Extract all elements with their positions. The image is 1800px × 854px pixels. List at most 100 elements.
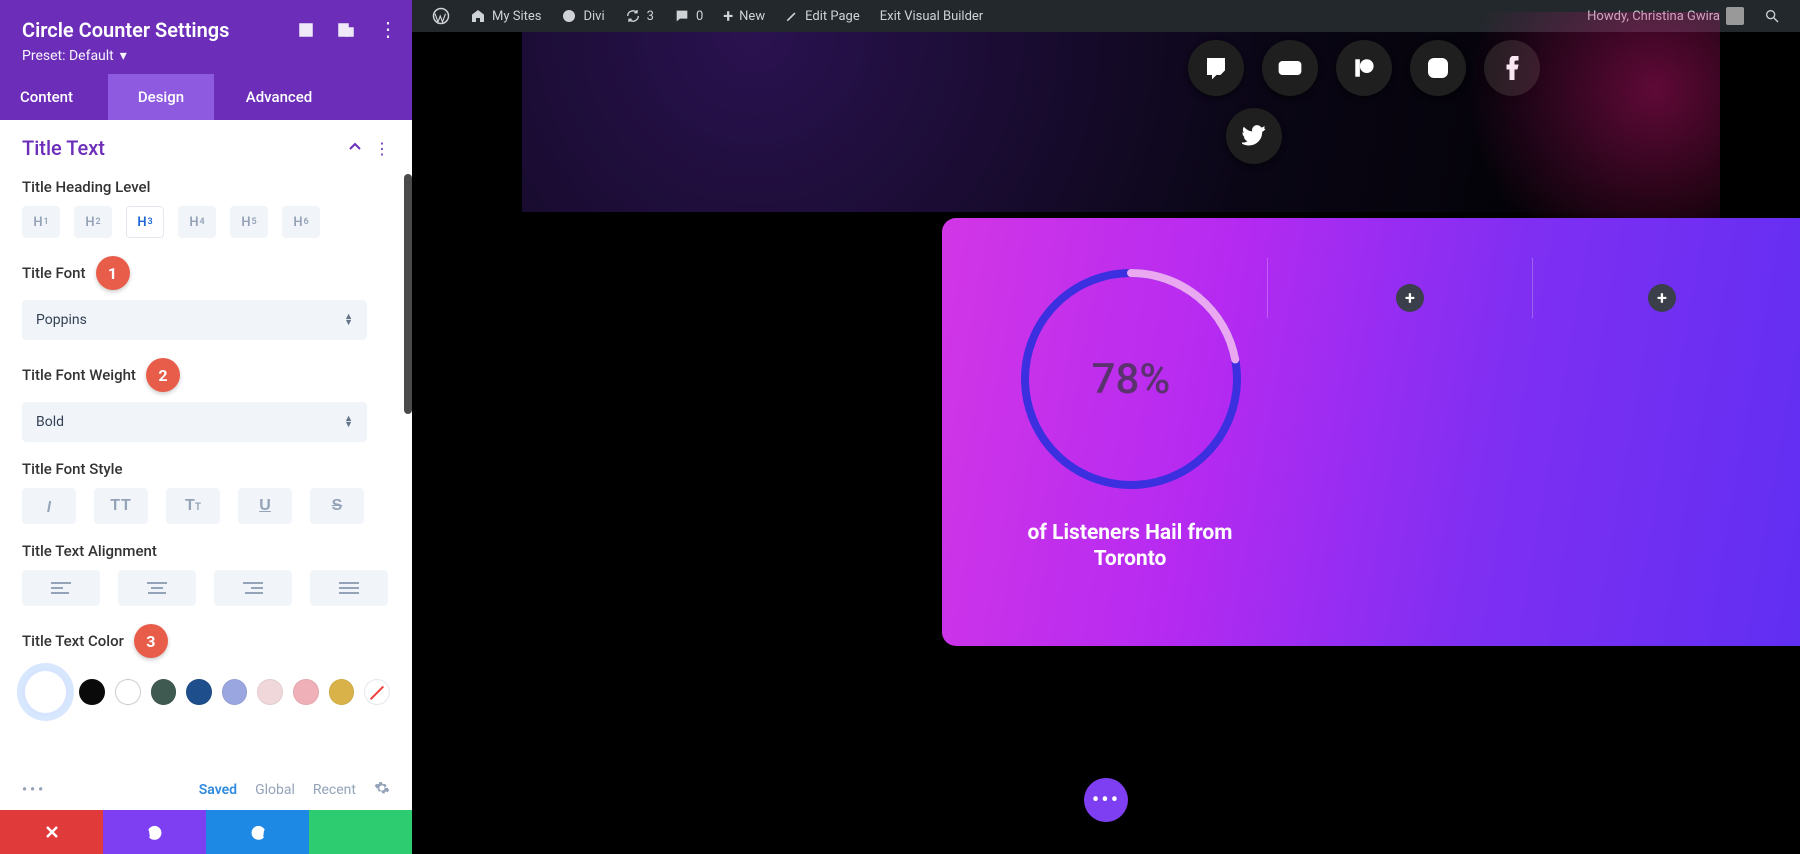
annotation-1: 1 [96,256,130,290]
redo-button[interactable] [206,810,309,854]
add-module-button[interactable]: + [1648,284,1676,312]
section-title-text[interactable]: Title Text ⋮ [22,136,390,160]
swatch-white[interactable] [115,679,141,705]
heading-level-choices: H1 H2 H3 H4 H5 H6 [22,206,390,238]
social-twitch[interactable] [1188,40,1244,96]
select-title-font[interactable]: Poppins ▲▼ [22,300,367,340]
social-twitter[interactable] [1226,108,1282,164]
social-patreon[interactable] [1336,40,1392,96]
section-more-icon[interactable]: ⋮ [374,139,390,158]
ab-my-sites[interactable]: My Sites [460,0,551,32]
tab-design[interactable]: Design [108,74,214,120]
label-title-text-color: Title Text Color 3 [22,624,390,658]
ab-edit-page[interactable]: Edit Page [775,0,870,32]
filter-recent[interactable]: Recent [313,782,356,798]
collapse-icon[interactable] [348,139,362,158]
tab-content[interactable]: Content [0,74,108,120]
save-button[interactable] [309,810,412,854]
filter-global[interactable]: Global [255,782,295,798]
style-strikethrough[interactable]: S [310,488,364,524]
swatch-blue[interactable] [186,679,212,705]
label-title-font: Title Font 1 [22,256,390,290]
align-center[interactable] [118,570,196,606]
color-swatches [22,668,390,716]
align-left[interactable] [22,570,100,606]
label-title-font-weight-text: Title Font Weight [22,366,136,384]
style-smallcaps[interactable]: TT [166,488,220,524]
select-title-font-value: Poppins [36,312,87,328]
heading-h5[interactable]: H5 [230,206,268,238]
ab-site[interactable]: Divi [551,0,614,32]
add-module-button[interactable]: + [1396,284,1424,312]
heading-h3[interactable]: H3 [126,206,164,238]
heading-h4[interactable]: H4 [178,206,216,238]
responsive-icon[interactable] [338,22,354,42]
ab-search-icon[interactable] [1754,0,1790,32]
hero-section [522,32,1680,212]
ab-new[interactable]: + New [713,0,775,32]
ab-howdy-label: Howdy, Christina Gwira [1587,9,1720,24]
ab-new-label: New [739,9,765,24]
social-instagram[interactable] [1410,40,1466,96]
preset-selector[interactable]: Preset: Default ▾ [22,48,127,64]
ab-howdy[interactable]: Howdy, Christina Gwira [1577,0,1754,32]
heading-h6[interactable]: H6 [282,206,320,238]
label-title-text-alignment: Title Text Alignment [22,542,390,560]
style-underline[interactable]: U [238,488,292,524]
label-heading-level: Title Heading Level [22,178,390,196]
undo-button[interactable] [103,810,206,854]
tab-advanced[interactable]: Advanced [214,74,344,120]
select-title-font-weight[interactable]: Bold ▲▼ [22,402,367,442]
heading-h1[interactable]: H1 [22,206,60,238]
align-justify[interactable] [310,570,388,606]
swatch-blush[interactable] [257,679,283,705]
label-title-font-weight: Title Font Weight 2 [22,358,390,392]
filter-saved[interactable]: Saved [199,782,237,798]
more-icon[interactable]: ⋮ [378,22,398,42]
gradient-card: + + 78% of Listeners Hail from Toronto [942,218,1800,646]
scrollbar-thumb[interactable] [404,174,412,414]
settings-panel: Circle Counter Settings Preset: Default … [0,0,412,854]
section-title: Title Text [22,136,105,160]
select-chevron-icon: ▲▼ [344,314,353,326]
ab-comments[interactable]: 0 [664,0,713,32]
expand-icon[interactable] [298,22,314,42]
swatch-current[interactable] [22,668,69,716]
align-right[interactable] [214,570,292,606]
ab-exit-builder[interactable]: Exit Visual Builder [870,0,993,32]
annotation-3: 3 [134,624,168,658]
circle-counter[interactable]: 78% [1016,264,1246,494]
swatch-none[interactable] [364,679,390,705]
swatch-green[interactable] [151,679,177,705]
label-title-font-text: Title Font [22,264,86,282]
wp-logo-icon[interactable] [422,0,460,32]
builder-fab[interactable]: ••• [1084,778,1128,822]
label-title-font-style: Title Font Style [22,460,390,478]
avatar [1726,7,1744,25]
swatch-lavender[interactable] [222,679,248,705]
wp-adminbar: My Sites Divi 3 0 + New Edit Page Exit V… [412,0,1800,32]
swatch-gold[interactable] [329,679,355,705]
ab-updates[interactable]: 3 [615,0,664,32]
subbar-more-icon[interactable]: ••• [22,782,46,798]
select-chevron-icon: ▲▼ [344,416,353,428]
style-uppercase[interactable]: TT [94,488,148,524]
circle-counter-percent: 78% [1016,264,1246,494]
style-italic[interactable]: I [22,488,76,524]
column-divider [1532,258,1533,318]
heading-h2[interactable]: H2 [74,206,112,238]
cancel-button[interactable] [0,810,103,854]
social-youtube[interactable] [1262,40,1318,96]
panel-header: Circle Counter Settings Preset: Default … [0,0,412,74]
panel-body: Title Text ⋮ Title Heading Level H1 H2 H… [0,120,412,770]
panel-subbar: ••• Saved Global Recent [0,770,412,810]
font-style-choices: I TT TT U S [22,488,390,524]
label-title-text-color-text: Title Text Color [22,632,124,650]
swatch-black[interactable] [79,679,105,705]
select-title-font-weight-value: Bold [36,414,64,430]
circle-counter-title: of Listeners Hail from Toronto [1002,520,1258,573]
preview-canvas: My Sites Divi 3 0 + New Edit Page Exit V… [412,0,1800,854]
gear-icon[interactable] [374,780,390,800]
social-facebook[interactable] [1484,40,1540,96]
swatch-pink[interactable] [293,679,319,705]
